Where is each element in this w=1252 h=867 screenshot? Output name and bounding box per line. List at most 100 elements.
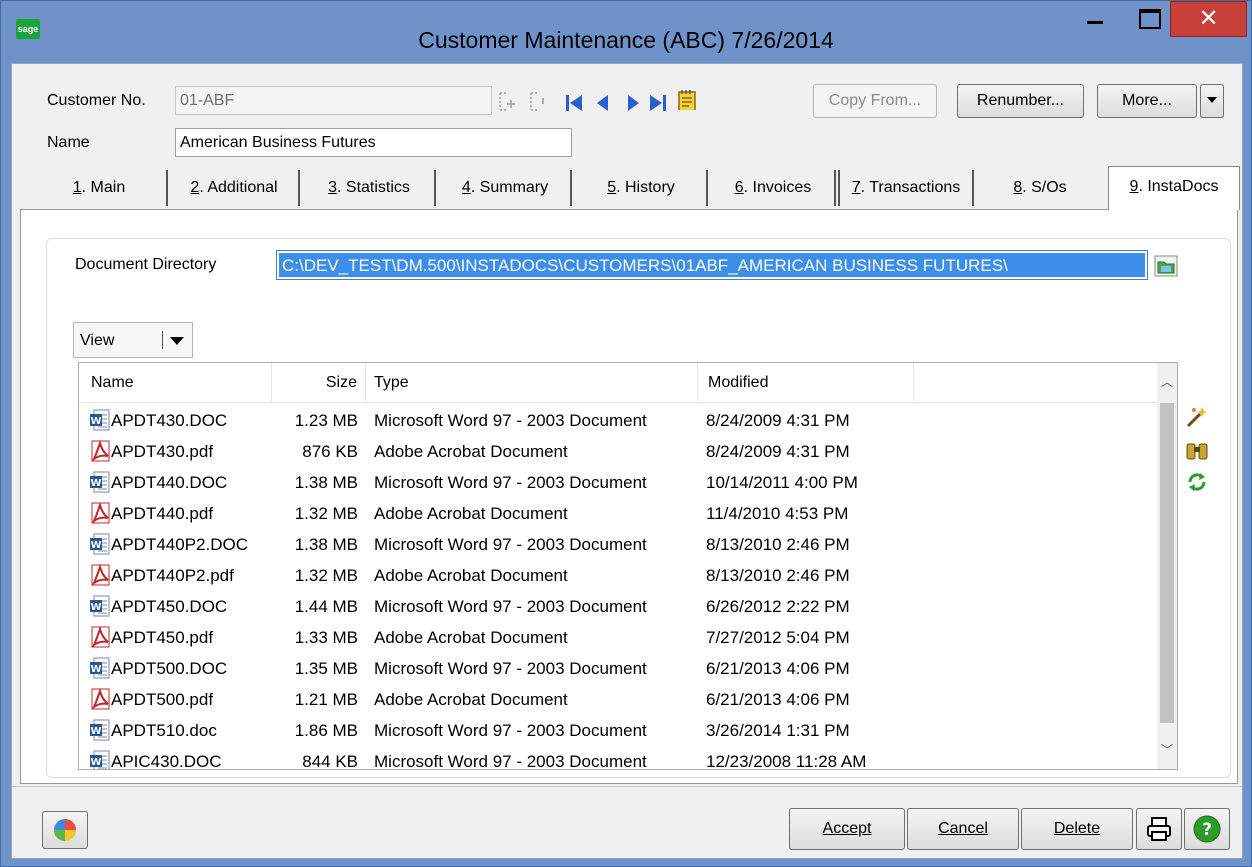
color-wheel-icon xyxy=(54,819,76,841)
print-button[interactable] xyxy=(1136,808,1182,850)
document-list[interactable]: Name Size Type Modified W APDT430.DOC 1.23… xyxy=(78,362,1178,770)
more-button[interactable]: More... xyxy=(1097,84,1197,118)
list-item[interactable]: W APDT500.DOC 1.35 MB Microsoft Word 97 - 2… xyxy=(79,653,1159,684)
file-size: 1.23 MB xyxy=(294,411,358,430)
customer-no-field[interactable]: 01-ABF xyxy=(175,86,492,115)
list-item[interactable]: W APIC430.DOC 844 KB Microsoft Word 97 - 20… xyxy=(79,746,1159,770)
first-record-icon[interactable] xyxy=(564,92,584,114)
file-modified: 8/13/2010 2:46 PM xyxy=(706,566,850,585)
magic-wand-icon[interactable] xyxy=(1185,405,1209,429)
column-header-size[interactable]: Size xyxy=(272,363,366,403)
file-type: Microsoft Word 97 - 2003 Document xyxy=(374,411,647,430)
file-type: Microsoft Word 97 - 2003 Document xyxy=(374,597,647,616)
vertical-scrollbar[interactable]: ︿ ﹀ xyxy=(1157,363,1177,769)
previous-record-icon[interactable] xyxy=(594,92,612,114)
file-size: 1.35 MB xyxy=(294,659,358,678)
tab-additional[interactable]: 2. Additional xyxy=(170,170,300,206)
column-header-modified[interactable]: Modified xyxy=(698,363,914,403)
tab-sos[interactable]: 8. S/Os xyxy=(976,170,1104,206)
svg-text:W: W xyxy=(90,726,101,737)
accept-button[interactable]: Accept xyxy=(789,808,905,850)
file-size: 1.86 MB xyxy=(294,721,358,740)
list-item[interactable]: W APDT430.DOC 1.23 MB Microsoft Word 97 - 2… xyxy=(79,405,1159,436)
file-name: APDT500.DOC xyxy=(111,659,228,678)
file-size: 876 KB xyxy=(302,442,358,461)
file-type: Microsoft Word 97 - 2003 Document xyxy=(374,721,647,740)
scroll-up-icon[interactable]: ︿ xyxy=(1161,373,1173,390)
svg-text:W: W xyxy=(90,540,101,551)
file-name: APDT440.DOC xyxy=(111,473,228,492)
svg-text:W: W xyxy=(90,757,101,768)
view-dropdown[interactable]: View xyxy=(73,322,193,358)
list-item[interactable]: W APDT440P2.DOC 1.38 MB Microsoft Word 97 -… xyxy=(79,529,1159,560)
tab-instadocs[interactable]: 9. InstaDocs xyxy=(1108,166,1240,210)
customize-button[interactable] xyxy=(42,811,88,849)
tab-invoices[interactable]: 6. Invoices xyxy=(712,170,836,206)
file-modified: 8/24/2009 4:31 PM xyxy=(706,411,850,430)
list-item[interactable]: W APDT450.DOC 1.44 MB Microsoft Word 97 - 2… xyxy=(79,591,1159,622)
refresh-icon[interactable] xyxy=(1185,470,1209,494)
word-document-icon: W xyxy=(90,750,110,769)
scroll-down-icon[interactable]: ﹀ xyxy=(1161,741,1173,758)
list-header: Name Size Type Modified xyxy=(79,363,1159,403)
footer-separator xyxy=(12,786,1242,787)
scrollbar-thumb[interactable] xyxy=(1160,403,1174,723)
word-document-icon: W xyxy=(90,471,110,493)
file-type: Adobe Acrobat Document xyxy=(374,628,568,647)
delete-button[interactable]: Delete xyxy=(1021,808,1133,850)
list-item[interactable]: APDT430.pdf 876 KB Adobe Acrobat Document 8… xyxy=(79,436,1159,467)
column-header-name[interactable]: Name xyxy=(79,363,272,403)
tab-main[interactable]: 1. Main xyxy=(32,170,168,206)
renumber-button[interactable]: Renumber... xyxy=(957,84,1084,118)
list-item[interactable]: APDT500.pdf 1.21 MB Adobe Acrobat Document… xyxy=(79,684,1159,715)
help-icon: ? xyxy=(1193,815,1221,843)
file-type: Microsoft Word 97 - 2003 Document xyxy=(374,473,647,492)
minimize-button[interactable] xyxy=(1075,1,1115,37)
client-area: Customer No. 01-ABF Name American Busine… xyxy=(11,63,1243,859)
column-header-type[interactable]: Type xyxy=(366,363,698,403)
file-modified: 8/13/2010 2:46 PM xyxy=(706,535,850,554)
pdf-document-icon xyxy=(91,688,110,710)
copy-from-button[interactable]: Copy From... xyxy=(813,84,937,118)
list-item[interactable]: APDT440P2.pdf 1.32 MB Adobe Acrobat Docume… xyxy=(79,560,1159,591)
name-label: Name xyxy=(47,134,90,151)
view-separator xyxy=(162,331,163,349)
document-directory-field[interactable]: C:\DEV_TEST\DM.500\INSTADOCS\CUSTOMERS\0… xyxy=(276,250,1148,280)
file-modified: 10/14/2011 4:00 PM xyxy=(706,473,858,492)
next-record-icon[interactable] xyxy=(624,92,642,114)
maximize-button[interactable] xyxy=(1127,1,1167,37)
file-size: 844 KB xyxy=(302,752,358,770)
title-bar[interactable]: sage Customer Maintenance (ABC) 7/26/201… xyxy=(1,1,1251,63)
name-field[interactable]: American Business Futures xyxy=(175,128,572,157)
list-item[interactable]: W APDT440.DOC 1.38 MB Microsoft Word 97 - 2… xyxy=(79,467,1159,498)
file-type: Adobe Acrobat Document xyxy=(374,690,568,709)
browse-folder-icon[interactable] xyxy=(1154,255,1178,277)
pdf-document-icon xyxy=(91,502,110,524)
file-name: APDT450.pdf xyxy=(111,628,214,647)
delete-record-icon[interactable] xyxy=(527,90,549,112)
word-document-icon: W xyxy=(90,657,110,679)
cancel-button[interactable]: Cancel xyxy=(907,808,1019,850)
tab-summary[interactable]: 4. Summary xyxy=(440,170,572,206)
customer-no-label: Customer No. xyxy=(47,92,146,109)
new-record-icon[interactable] xyxy=(497,90,519,112)
tab-transactions[interactable]: 7. Transactions xyxy=(838,170,974,206)
memo-icon[interactable] xyxy=(676,88,698,110)
list-item[interactable]: W APDT510.doc 1.86 MB Microsoft Word 97 - 2… xyxy=(79,715,1159,746)
tab-history[interactable]: 5. History xyxy=(576,170,708,206)
list-item[interactable]: APDT440.pdf 1.32 MB Adobe Acrobat Document… xyxy=(79,498,1159,529)
list-item[interactable]: APDT450.pdf 1.33 MB Adobe Acrobat Document… xyxy=(79,622,1159,653)
tab-statistics[interactable]: 3. Statistics xyxy=(304,170,436,206)
view-label: View xyxy=(80,332,115,349)
file-name: APDT440.pdf xyxy=(111,504,214,523)
pdf-document-icon xyxy=(91,564,110,586)
file-size: 1.21 MB xyxy=(294,690,358,709)
close-button[interactable]: ✕ xyxy=(1170,1,1247,37)
printer-icon xyxy=(1147,817,1171,841)
binoculars-icon[interactable] xyxy=(1185,438,1209,462)
help-button[interactable]: ? xyxy=(1184,808,1230,850)
pdf-document-icon xyxy=(91,626,110,648)
file-type: Microsoft Word 97 - 2003 Document xyxy=(374,659,647,678)
last-record-icon[interactable] xyxy=(648,92,670,114)
more-dropdown-button[interactable] xyxy=(1200,84,1224,118)
